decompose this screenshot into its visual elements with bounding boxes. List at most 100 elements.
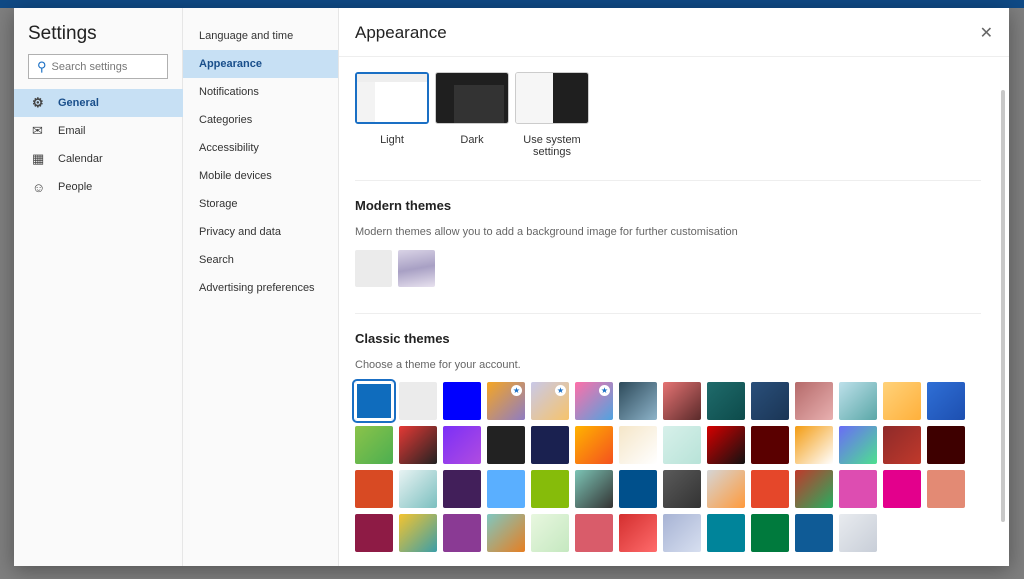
classic-theme-tile[interactable] <box>663 470 701 508</box>
mode-thumbnail <box>515 72 589 124</box>
classic-theme-tile[interactable]: ★ <box>487 382 525 420</box>
classic-theme-tile[interactable] <box>663 382 701 420</box>
classic-theme-tile[interactable] <box>575 426 613 464</box>
classic-theme-tile[interactable] <box>707 470 745 508</box>
classic-theme-tile[interactable] <box>707 514 745 552</box>
subnav-item[interactable]: Storage <box>183 190 338 218</box>
subnav-item[interactable]: Advertising preferences <box>183 274 338 302</box>
classic-theme-tile[interactable] <box>399 426 437 464</box>
classic-theme-tile[interactable] <box>883 382 921 420</box>
classic-theme-tile[interactable] <box>663 514 701 552</box>
classic-theme-tile[interactable]: ★ <box>531 382 569 420</box>
classic-theme-tile[interactable] <box>839 514 877 552</box>
category-label: Email <box>58 125 86 137</box>
classic-theme-tile[interactable] <box>707 382 745 420</box>
subnav-item[interactable]: Appearance <box>183 50 338 78</box>
classic-theme-tile[interactable] <box>663 426 701 464</box>
classic-theme-tile[interactable] <box>443 426 481 464</box>
mode-option[interactable]: Dark <box>435 72 509 158</box>
app-header-bar <box>0 0 1024 8</box>
classic-theme-tile[interactable] <box>707 426 745 464</box>
classic-theme-tile[interactable] <box>443 470 481 508</box>
panel-title: Appearance <box>355 23 447 42</box>
settings-dialog: Settings ⚲ Search settings ⚙ General ✉ Emai… <box>14 8 1009 566</box>
classic-theme-tile[interactable] <box>355 426 393 464</box>
modern-theme-landscape[interactable] <box>398 250 435 287</box>
classic-theme-tile[interactable] <box>619 514 657 552</box>
classic-theme-tile[interactable] <box>619 470 657 508</box>
classic-theme-grid: ★ ★ ★ <box>352 379 965 552</box>
classic-theme-tile[interactable] <box>575 470 613 508</box>
mode-thumbnail <box>435 72 509 124</box>
subnav-item[interactable]: Mobile devices <box>183 162 338 190</box>
classic-theme-tile[interactable] <box>355 514 393 552</box>
classic-theme-tile[interactable] <box>751 514 789 552</box>
scrollbar[interactable] <box>1001 90 1005 522</box>
classic-theme-tile[interactable] <box>839 426 877 464</box>
divider <box>339 56 1009 57</box>
classic-theme-tile[interactable] <box>839 470 877 508</box>
subnav-item[interactable]: Privacy and data <box>183 218 338 246</box>
classic-theme-tile[interactable] <box>443 382 481 420</box>
classic-theme-tile[interactable] <box>531 514 569 552</box>
classic-theme-tile[interactable] <box>795 470 833 508</box>
mail-icon: ✉ <box>32 123 43 138</box>
subnav-item[interactable]: Search <box>183 246 338 274</box>
classic-theme-tile[interactable] <box>355 470 393 508</box>
classic-theme-tile[interactable] <box>399 470 437 508</box>
subnav-item[interactable]: Notifications <box>183 78 338 106</box>
subnav-item[interactable]: Accessibility <box>183 134 338 162</box>
settings-subnav: Language and time Appearance Notifications… <box>183 8 339 566</box>
classic-theme-tile[interactable] <box>839 382 877 420</box>
modern-themes-title: Modern themes <box>355 198 452 213</box>
classic-theme-tile[interactable] <box>795 426 833 464</box>
classic-theme-tile[interactable] <box>751 426 789 464</box>
subnav-item[interactable]: Categories <box>183 106 338 134</box>
classic-theme-tile[interactable] <box>399 382 437 420</box>
mode-label: Use system settings <box>523 134 581 158</box>
settings-title: Settings <box>28 23 97 44</box>
classic-theme-tile[interactable] <box>487 426 525 464</box>
modern-theme-blank[interactable] <box>355 250 392 287</box>
category-people[interactable]: ☺ People <box>14 173 183 201</box>
classic-theme-tile[interactable] <box>927 426 965 464</box>
category-label: General <box>58 97 99 109</box>
classic-theme-tile[interactable] <box>927 382 965 420</box>
classic-theme-tile[interactable] <box>795 382 833 420</box>
classic-theme-tile[interactable] <box>751 382 789 420</box>
settings-categories-pane: Settings ⚲ Search settings ⚙ General ✉ Emai… <box>14 8 183 566</box>
category-email[interactable]: ✉ Email <box>14 117 183 145</box>
category-label: Calendar <box>58 153 103 165</box>
classic-theme-tile[interactable] <box>751 470 789 508</box>
star-icon: ★ <box>555 385 566 396</box>
classic-theme-tile[interactable] <box>487 514 525 552</box>
search-settings-input[interactable]: ⚲ Search settings <box>28 54 168 79</box>
category-calendar[interactable]: ▦ Calendar <box>14 145 183 173</box>
divider <box>355 180 981 181</box>
mode-thumbnail <box>355 72 429 124</box>
divider <box>355 313 981 314</box>
classic-theme-tile[interactable] <box>619 426 657 464</box>
classic-theme-tile[interactable] <box>883 470 921 508</box>
classic-theme-tile[interactable] <box>487 470 525 508</box>
classic-theme-tile[interactable]: ★ <box>575 382 613 420</box>
classic-theme-tile[interactable] <box>575 514 613 552</box>
classic-theme-tile[interactable] <box>399 514 437 552</box>
classic-theme-tile[interactable] <box>352 379 396 423</box>
mode-option[interactable]: Light <box>355 72 429 158</box>
classic-themes-title: Classic themes <box>355 331 450 346</box>
category-general[interactable]: ⚙ General <box>14 89 183 117</box>
search-placeholder: Search settings <box>51 60 128 73</box>
calendar-icon: ▦ <box>32 151 45 166</box>
classic-theme-tile[interactable] <box>883 426 921 464</box>
mode-option[interactable]: Use system settings <box>515 72 589 158</box>
classic-theme-tile[interactable] <box>531 426 569 464</box>
classic-theme-tile[interactable] <box>927 470 965 508</box>
classic-theme-tile[interactable] <box>619 382 657 420</box>
classic-theme-tile[interactable] <box>443 514 481 552</box>
category-label: People <box>58 181 93 193</box>
close-icon[interactable]: ✕ <box>980 23 993 43</box>
subnav-item[interactable]: Language and time <box>183 22 338 50</box>
classic-theme-tile[interactable] <box>531 470 569 508</box>
classic-theme-tile[interactable] <box>795 514 833 552</box>
